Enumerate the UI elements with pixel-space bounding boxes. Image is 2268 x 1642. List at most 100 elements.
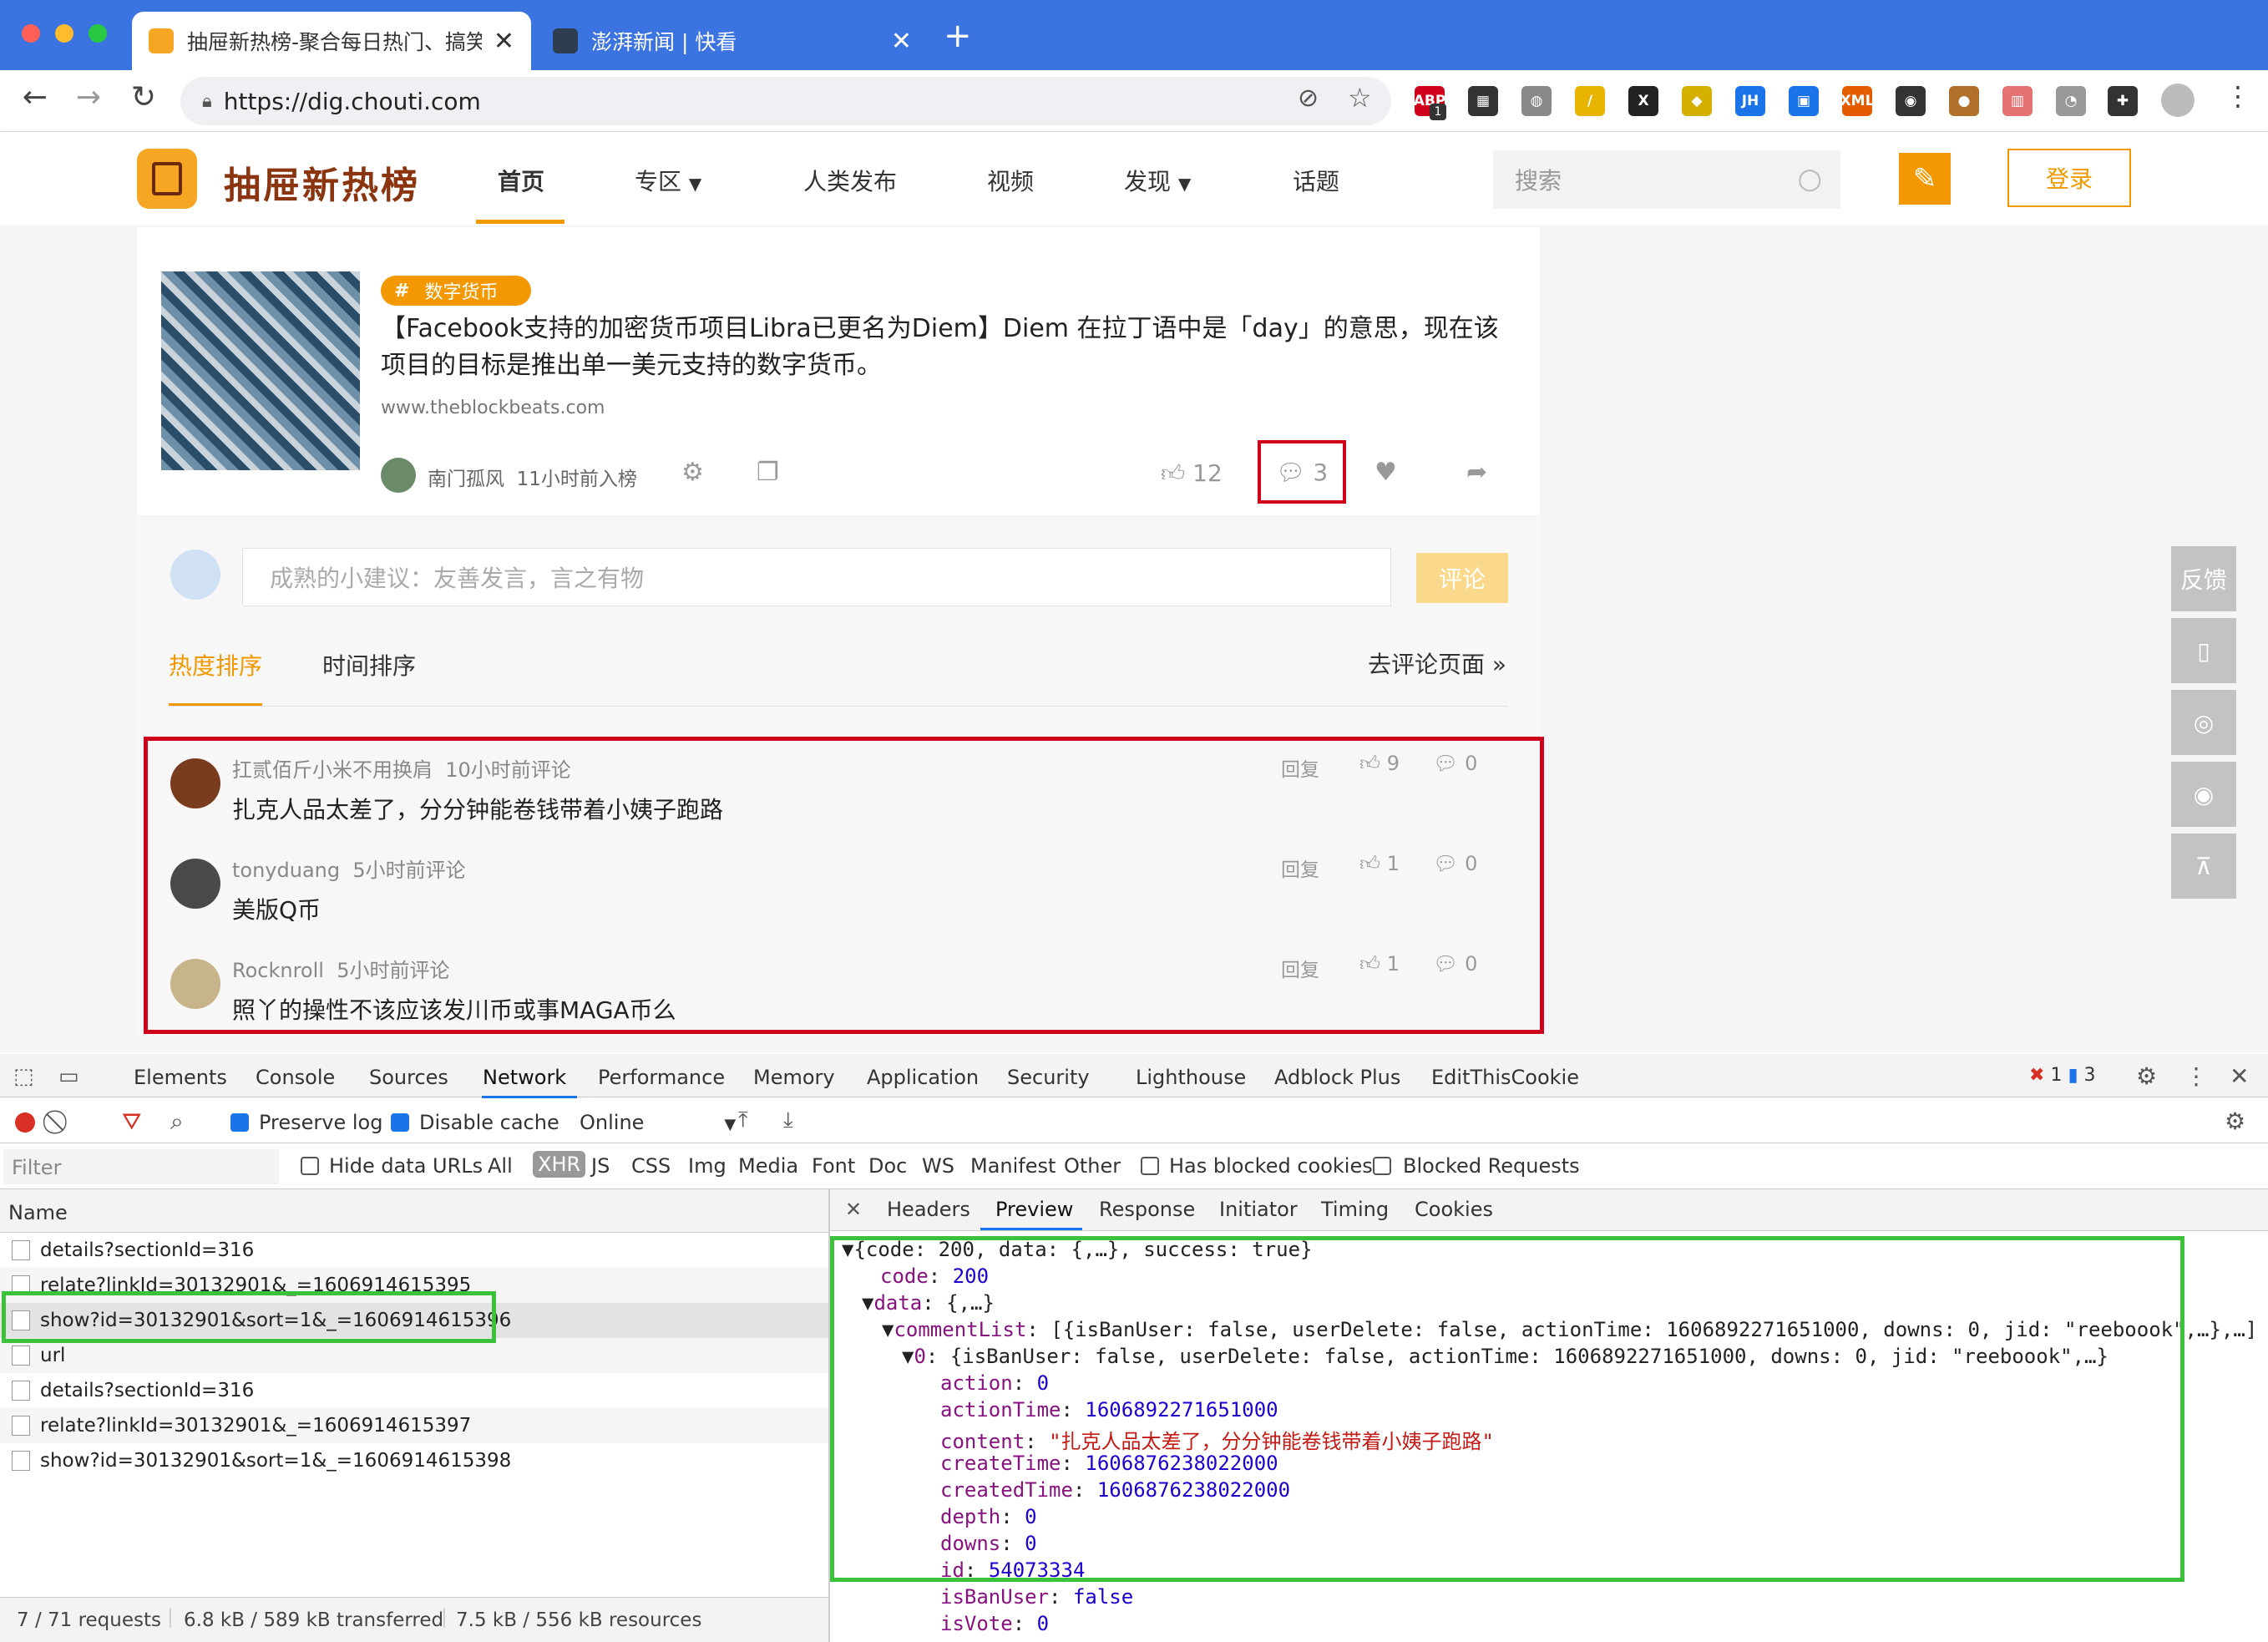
bookmark-star-icon[interactable]: ☆ [1348,82,1372,114]
devtools-tab-application[interactable]: Application [867,1066,979,1089]
filter-type-manifest[interactable]: Manifest [970,1154,1056,1178]
address-bar[interactable]: 🔒︎ https://dig.chouti.com [180,77,1391,125]
devtools-tab-security[interactable]: Security [1007,1066,1090,1089]
filter-type-all[interactable]: All [488,1154,513,1178]
devtools-tab-performance[interactable]: Performance [598,1066,725,1089]
extension-icon[interactable]: X [1628,86,1658,116]
nav-home[interactable]: 首页 [498,164,544,197]
post-headline[interactable]: 【Facebook支持的加密货币项目Libra已更名为Diem】Diem 在拉丁… [381,311,1500,384]
profile-avatar[interactable] [2161,84,2195,117]
close-devtools-icon[interactable]: ✕ [2230,1062,2249,1090]
request-row[interactable]: relate?linkId=30132901&_=1606914615397 [0,1408,828,1443]
hide-data-urls-checkbox[interactable] [301,1157,319,1175]
filter-type-other[interactable]: Other [1064,1154,1121,1178]
name-column-header[interactable]: Name [0,1189,828,1233]
detail-tab-headers[interactable]: Headers [887,1198,970,1221]
extension-icon[interactable]: / [1575,86,1605,116]
devtools-tab-adblock-plus[interactable]: Adblock Plus [1274,1066,1400,1089]
nav-discover[interactable]: 发现 ▼ [1124,164,1191,197]
post-likes[interactable]: 👍︎ 12 [1161,459,1223,488]
detail-tab-preview[interactable]: Preview [995,1198,1073,1221]
goto-comments-link[interactable]: 去评论页面 » [1368,646,1506,680]
extension-icon[interactable]: ◆ [1682,86,1712,116]
network-settings-icon[interactable]: ⚙ [2225,1107,2245,1135]
new-tab-button[interactable]: + [944,17,972,55]
request-row[interactable]: show?id=30132901&sort=1&_=1606914615398 [0,1443,828,1478]
filter-type-font[interactable]: Font [812,1154,855,1178]
wechat-icon[interactable]: ◉ [2171,762,2236,827]
close-detail-icon[interactable]: ✕ [845,1198,862,1221]
preserve-log-checkbox[interactable] [230,1113,249,1132]
filter-type-media[interactable]: Media [738,1154,798,1178]
error-counter[interactable]: ✖ 1 ▮ 3 [2029,1065,2096,1086]
close-tab-icon[interactable]: ✕ [891,27,912,56]
menu-dots-icon[interactable]: ⋮ [2225,80,2251,112]
extension-icon[interactable]: ● [1949,86,1979,116]
sort-by-hot-tab[interactable]: 热度排序 [169,648,262,682]
minimize-window-button[interactable] [55,24,73,43]
nav-zone[interactable]: 专区 ▼ [635,164,701,197]
settings-icon[interactable]: ⚙ [681,458,704,487]
post-tag[interactable]: # 数字货币 [381,276,531,306]
back-to-top-icon[interactable]: ⊼ [2171,834,2236,899]
sort-by-time-tab[interactable]: 时间排序 [322,648,416,682]
detail-tab-response[interactable]: Response [1099,1198,1195,1221]
record-icon[interactable] [15,1112,35,1133]
tab-thepaper[interactable]: 澎湃新闻 | 快看 ✕ [536,12,929,70]
devtools-tab-network[interactable]: Network [483,1066,566,1089]
detail-tab-initiator[interactable]: Initiator [1219,1198,1298,1221]
mobile-icon[interactable]: ▯ [2171,618,2236,683]
logo-text[interactable]: 抽屉新热榜 [224,155,420,209]
device-toolbar-icon[interactable]: ▭ [58,1064,79,1089]
extension-icon[interactable]: XML [1840,86,1874,116]
feedback-button[interactable]: 反馈 [2171,546,2236,611]
devtools-tab-console[interactable]: Console [256,1066,335,1089]
site-search-input[interactable]: 搜索 ○ [1493,150,1840,209]
filter-type-img[interactable]: Img [688,1154,726,1178]
share-icon[interactable]: ➦ [1466,458,1487,487]
request-row[interactable]: details?sectionId=316 [0,1373,828,1408]
post-comments-button[interactable]: 💬︎ 3 [1258,440,1346,504]
publish-pen-button[interactable]: ✎ [1899,153,1951,205]
detail-tab-cookies[interactable]: Cookies [1415,1198,1493,1221]
devtools-tab-sources[interactable]: Sources [369,1066,448,1089]
reload-icon[interactable]: ↻ [125,80,162,114]
extension-icon[interactable]: JH [1735,86,1765,116]
extension-icon[interactable]: ▥ [2002,86,2033,116]
detail-tab-timing[interactable]: Timing [1321,1198,1389,1221]
filter-type-xhr[interactable]: XHR [533,1151,586,1178]
tab-chouti[interactable]: 抽屉新热榜-聚合每日热门、搞笑 ✕ [132,12,531,70]
disable-cache-checkbox[interactable] [391,1113,409,1132]
inspect-element-icon[interactable]: ⬚ [13,1064,34,1089]
comment-input[interactable]: 成熟的小建议：友善发言，言之有物 [242,548,1391,606]
extension-icon[interactable]: ▦ [1468,86,1498,116]
import-har-icon[interactable]: ⤒ [738,1107,748,1133]
heart-icon[interactable]: ♥ [1374,458,1397,487]
submit-comment-button[interactable]: 评论 [1416,553,1508,603]
search-icon[interactable]: ○ [1797,162,1822,195]
nav-video[interactable]: 视频 [987,164,1034,197]
weibo-icon[interactable]: ◎ [2171,690,2236,755]
filter-input[interactable]: Filter [3,1149,279,1184]
close-window-button[interactable] [22,24,40,43]
extension-icon[interactable]: ◔ [2056,86,2086,116]
request-row[interactable]: details?sectionId=316 [0,1233,828,1268]
filter-type-js[interactable]: JS [591,1154,610,1178]
chouti-logo-icon[interactable] [137,149,197,209]
close-tab-icon[interactable]: ✕ [494,27,514,56]
author-name[interactable]: 南门孤风 [428,469,504,490]
filter-type-ws[interactable]: WS [922,1154,954,1178]
settings-gear-icon[interactable]: ⚙ [2136,1062,2157,1090]
extension-icon[interactable]: ✚ [2108,86,2138,116]
more-options-icon[interactable]: ⋮ [2184,1062,2208,1090]
login-button[interactable]: 登录 [2007,149,2131,207]
copy-icon[interactable]: ❐ [757,458,779,487]
search-icon[interactable]: ⌕ [170,1107,184,1136]
throttle-select[interactable]: Online ▼ [580,1111,736,1134]
post-source[interactable]: www.theblockbeats.com [381,398,605,418]
has-blocked-cookies-checkbox[interactable] [1141,1157,1159,1175]
post-thumbnail[interactable] [161,271,360,470]
author-avatar[interactable] [381,458,416,493]
nav-human-release[interactable]: 人类发布 [803,164,897,197]
blocked-requests-checkbox[interactable] [1373,1157,1391,1175]
